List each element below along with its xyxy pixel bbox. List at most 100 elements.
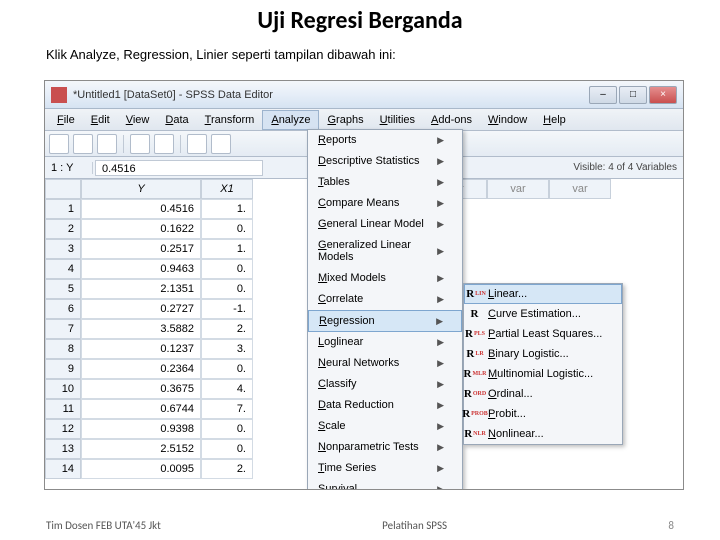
row-header[interactable]: 7 bbox=[45, 319, 81, 339]
analyze-item-mixed-models[interactable]: Mixed Models▶ bbox=[308, 268, 462, 289]
regression-item-binary-logistic[interactable]: RLRBinary Logistic... bbox=[464, 344, 622, 364]
row-header[interactable]: 1 bbox=[45, 199, 81, 219]
row-header[interactable]: 8 bbox=[45, 339, 81, 359]
analyze-item-tables[interactable]: Tables▶ bbox=[308, 172, 462, 193]
menu-window[interactable]: Window bbox=[480, 111, 535, 129]
analyze-item-scale[interactable]: Scale▶ bbox=[308, 416, 462, 437]
data-cell[interactable]: 0. bbox=[201, 219, 253, 239]
regression-item-multinomial-logistic[interactable]: RMLRMultinomial Logistic... bbox=[464, 364, 622, 384]
regression-item-ordinal[interactable]: RORDOrdinal... bbox=[464, 384, 622, 404]
data-cell[interactable]: 3. bbox=[201, 339, 253, 359]
data-cell[interactable]: 2. bbox=[201, 319, 253, 339]
data-cell[interactable]: 0.1622 bbox=[81, 219, 201, 239]
menu-analyze[interactable]: Analyze bbox=[262, 110, 319, 130]
data-cell[interactable]: 0. bbox=[201, 259, 253, 279]
menu-add-ons[interactable]: Add-ons bbox=[423, 111, 480, 129]
data-cell[interactable]: 0.2364 bbox=[81, 359, 201, 379]
analyze-item-loglinear[interactable]: Loglinear▶ bbox=[308, 332, 462, 353]
analyze-item-neural-networks[interactable]: Neural Networks▶ bbox=[308, 353, 462, 374]
row-header[interactable]: 10 bbox=[45, 379, 81, 399]
data-cell[interactable]: 2.1351 bbox=[81, 279, 201, 299]
row-header[interactable]: 12 bbox=[45, 419, 81, 439]
menu-help[interactable]: Help bbox=[535, 111, 574, 129]
data-cell[interactable]: 0.2727 bbox=[81, 299, 201, 319]
data-cell[interactable]: 3.5882 bbox=[81, 319, 201, 339]
redo-icon[interactable] bbox=[154, 134, 174, 154]
data-cell[interactable]: 0.1237 bbox=[81, 339, 201, 359]
menu-data[interactable]: Data bbox=[157, 111, 196, 129]
save-icon[interactable] bbox=[73, 134, 93, 154]
data-cell[interactable]: 4. bbox=[201, 379, 253, 399]
chart-icon[interactable] bbox=[211, 134, 231, 154]
menu-utilities[interactable]: Utilities bbox=[372, 111, 423, 129]
data-cell[interactable]: 0.4516 bbox=[81, 199, 201, 219]
regression-item-probit[interactable]: RPROBProbit... bbox=[464, 404, 622, 424]
print-icon[interactable] bbox=[97, 134, 117, 154]
data-cell[interactable]: 0.2517 bbox=[81, 239, 201, 259]
row-header[interactable]: 4 bbox=[45, 259, 81, 279]
submenu-arrow-icon: ▶ bbox=[437, 442, 444, 453]
data-cell[interactable]: 7. bbox=[201, 399, 253, 419]
regression-item-partial-least-squares[interactable]: RPLSPartial Least Squares... bbox=[464, 324, 622, 344]
regression-item-curve-estimation[interactable]: RCurve Estimation... bbox=[464, 304, 622, 324]
titlebar: *Untitled1 [DataSet0] - SPSS Data Editor… bbox=[45, 81, 683, 109]
find-icon[interactable] bbox=[187, 134, 207, 154]
row-header[interactable]: 14 bbox=[45, 459, 81, 479]
regression-submenu[interactable]: RLINLinear...RCurve Estimation...RPLSPar… bbox=[463, 283, 623, 445]
data-cell[interactable]: 0.0095 bbox=[81, 459, 201, 479]
menu-graphs[interactable]: Graphs bbox=[319, 111, 371, 129]
regression-item-nonlinear[interactable]: RNLRNonlinear... bbox=[464, 424, 622, 444]
close-button[interactable]: × bbox=[649, 86, 677, 104]
menu-view[interactable]: View bbox=[118, 111, 158, 129]
var-column-header[interactable]: var bbox=[549, 179, 611, 199]
data-cell[interactable]: 0. bbox=[201, 279, 253, 299]
cell-value-input[interactable]: 0.4516 bbox=[95, 160, 263, 176]
analyze-item-regression[interactable]: Regression▶ bbox=[308, 310, 462, 332]
analyze-item-reports[interactable]: Reports▶ bbox=[308, 130, 462, 151]
row-header[interactable]: 3 bbox=[45, 239, 81, 259]
analyze-item-correlate[interactable]: Correlate▶ bbox=[308, 289, 462, 310]
data-cell[interactable]: 0. bbox=[201, 419, 253, 439]
analyze-menu[interactable]: Reports▶Descriptive Statistics▶Tables▶Co… bbox=[307, 129, 463, 490]
analyze-item-classify[interactable]: Classify▶ bbox=[308, 374, 462, 395]
menu-file[interactable]: File bbox=[49, 111, 83, 129]
row-header[interactable]: 9 bbox=[45, 359, 81, 379]
data-cell[interactable]: 0.6744 bbox=[81, 399, 201, 419]
data-cell[interactable]: 0.3675 bbox=[81, 379, 201, 399]
row-header[interactable]: 6 bbox=[45, 299, 81, 319]
data-cell[interactable]: 0.9398 bbox=[81, 419, 201, 439]
row-header[interactable]: 2 bbox=[45, 219, 81, 239]
menu-edit[interactable]: Edit bbox=[83, 111, 118, 129]
analyze-item-nonparametric-tests[interactable]: Nonparametric Tests▶ bbox=[308, 437, 462, 458]
row-header[interactable]: 11 bbox=[45, 399, 81, 419]
data-cell[interactable]: -1. bbox=[201, 299, 253, 319]
row-header[interactable]: 5 bbox=[45, 279, 81, 299]
row-header[interactable]: 13 bbox=[45, 439, 81, 459]
analyze-item-compare-means[interactable]: Compare Means▶ bbox=[308, 193, 462, 214]
analyze-item-survival[interactable]: Survival▶ bbox=[308, 479, 462, 490]
data-cell[interactable]: 1. bbox=[201, 239, 253, 259]
open-icon[interactable] bbox=[49, 134, 69, 154]
analyze-item-descriptive-statistics[interactable]: Descriptive Statistics▶ bbox=[308, 151, 462, 172]
submenu-arrow-icon: ▶ bbox=[437, 484, 444, 491]
r-icon: RORD bbox=[468, 388, 482, 400]
analyze-item-data-reduction[interactable]: Data Reduction▶ bbox=[308, 395, 462, 416]
menu-transform[interactable]: Transform bbox=[197, 111, 263, 129]
analyze-item-general-linear-model[interactable]: General Linear Model▶ bbox=[308, 214, 462, 235]
column-header[interactable]: Y bbox=[81, 179, 201, 199]
analyze-item-time-series[interactable]: Time Series▶ bbox=[308, 458, 462, 479]
data-cell[interactable]: 2.5152 bbox=[81, 439, 201, 459]
minimize-button[interactable]: – bbox=[589, 86, 617, 104]
analyze-item-generalized-linear-models[interactable]: Generalized Linear Models▶ bbox=[308, 235, 462, 268]
undo-icon[interactable] bbox=[130, 134, 150, 154]
regression-item-linear[interactable]: RLINLinear... bbox=[464, 284, 622, 304]
var-column-header[interactable]: var bbox=[487, 179, 549, 199]
data-cell[interactable]: 2. bbox=[201, 459, 253, 479]
column-header[interactable] bbox=[45, 179, 81, 199]
maximize-button[interactable]: □ bbox=[619, 86, 647, 104]
data-cell[interactable]: 0. bbox=[201, 359, 253, 379]
data-cell[interactable]: 0. bbox=[201, 439, 253, 459]
data-cell[interactable]: 1. bbox=[201, 199, 253, 219]
column-header[interactable]: X1 bbox=[201, 179, 253, 199]
data-cell[interactable]: 0.9463 bbox=[81, 259, 201, 279]
